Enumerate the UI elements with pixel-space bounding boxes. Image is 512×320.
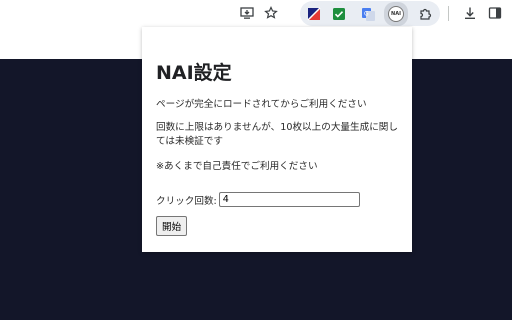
nai-extension-label: NAI	[388, 6, 404, 22]
side-panel-icon[interactable]	[484, 2, 506, 24]
checkmark-extension-icon[interactable]	[329, 4, 349, 24]
load-notice-text: ページが完全にロードされてからご利用ください	[156, 99, 367, 110]
extension-popup: NAI設定 ページが完全にロードされてからご利用ください 回数に上限はありません…	[142, 27, 412, 252]
extensions-group: G NAI	[300, 1, 440, 26]
popup-title: NAI設定	[156, 62, 232, 84]
limit-notice-text: 回数に上限はありませんが、10枚以上の大量生成に関しては未検証です	[156, 122, 398, 147]
nai-extension-icon[interactable]: NAI	[384, 2, 408, 26]
flag-extension-icon[interactable]	[304, 4, 324, 24]
toolbar-separator	[448, 6, 449, 21]
click-count-label: クリック回数:	[156, 195, 217, 207]
svg-text:G: G	[364, 10, 369, 17]
download-icon[interactable]	[459, 2, 481, 24]
click-count-row: クリック回数:	[156, 192, 360, 207]
bookmark-star-icon[interactable]	[260, 2, 282, 24]
install-app-icon[interactable]	[236, 2, 258, 24]
browser-toolbar: G NAI	[0, 0, 512, 27]
click-count-input[interactable]	[218, 192, 360, 207]
puzzle-extensions-icon[interactable]	[415, 4, 435, 24]
responsibility-notice-text: ※あくまで自己責任でご利用ください	[156, 161, 318, 172]
start-button[interactable]: 開始	[156, 216, 188, 236]
translate-extension-icon[interactable]: G	[358, 4, 378, 24]
